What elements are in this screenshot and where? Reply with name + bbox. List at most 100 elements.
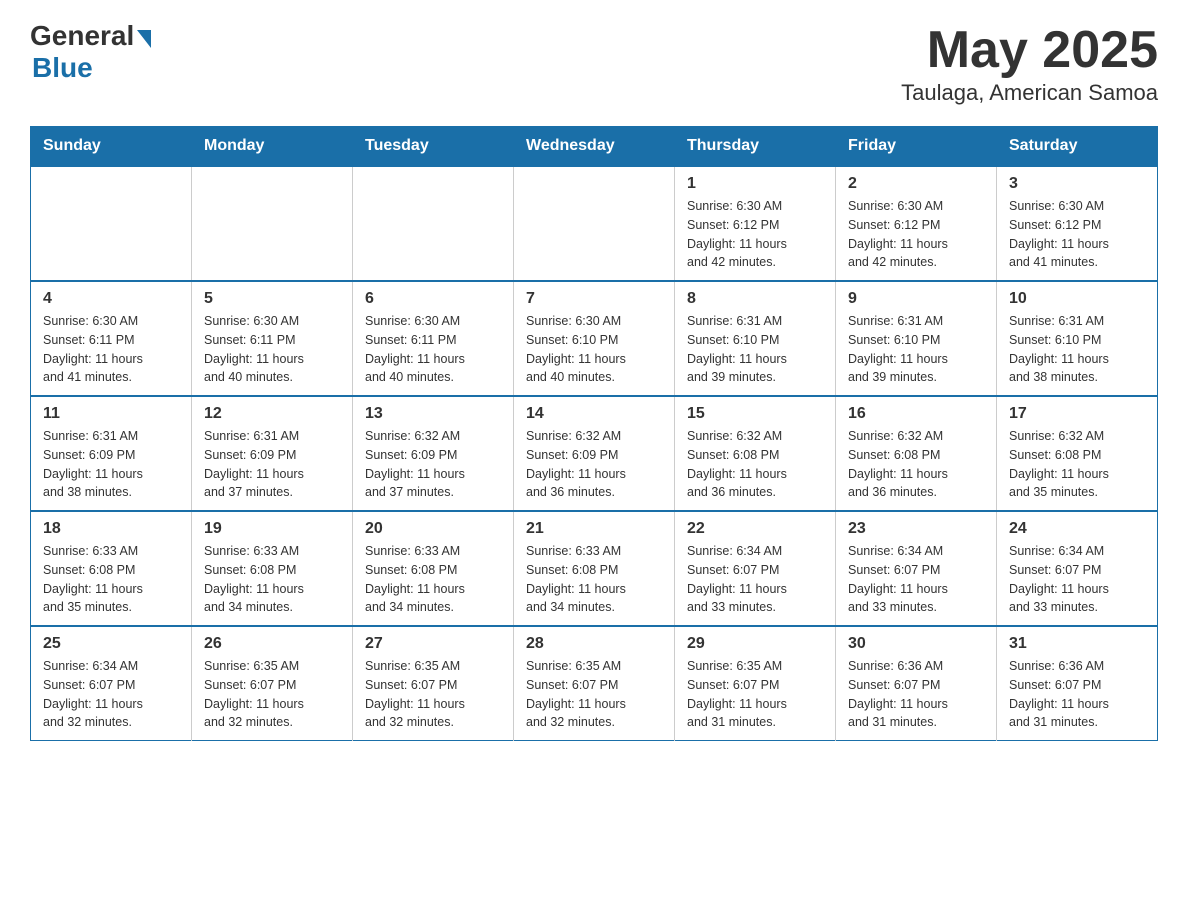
day-number: 6 xyxy=(365,290,501,308)
calendar-cell: 1Sunrise: 6:30 AM Sunset: 6:12 PM Daylig… xyxy=(675,166,836,281)
logo-blue-text: Blue xyxy=(32,52,93,84)
logo-general-text: General xyxy=(30,20,134,52)
day-number: 17 xyxy=(1009,405,1145,423)
day-info: Sunrise: 6:30 AM Sunset: 6:11 PM Dayligh… xyxy=(365,312,501,387)
calendar-cell: 9 Sunrise: 6:31 AM Sunset: 6:10 PM Daylig… xyxy=(836,281,997,396)
day-info: Sunrise: 6:30 AM Sunset: 6:12 PM Dayligh… xyxy=(687,197,823,272)
calendar-cell: 22 Sunrise: 6:34 AM Sunset: 6:07 PM Dayli… xyxy=(675,511,836,626)
day-number: 31 xyxy=(1009,635,1145,653)
day-number: 3 xyxy=(1009,175,1145,193)
day-number: 21 xyxy=(526,520,662,538)
day-info: Sunrise: 6:35 AM Sunset: 6:07 PM Dayligh… xyxy=(204,657,340,732)
day-info: Sunrise: 6:31 AM Sunset: 6:10 PM Dayligh… xyxy=(848,312,984,387)
day-info: Sunrise: 6:32 AM Sunset: 6:08 PM Dayligh… xyxy=(848,427,984,502)
location-subtitle: Taulaga, American Samoa xyxy=(901,80,1158,106)
day-number: 5 xyxy=(204,290,340,308)
day-number: 19 xyxy=(204,520,340,538)
day-number: 24 xyxy=(1009,520,1145,538)
logo: General Blue xyxy=(30,20,151,84)
calendar-cell: 30 Sunrise: 6:36 AM Sunset: 6:07 PM Dayli… xyxy=(836,626,997,741)
calendar-cell: 14 Sunrise: 6:32 AM Sunset: 6:09 PM Dayli… xyxy=(514,396,675,511)
day-number: 25 xyxy=(43,635,179,653)
calendar-cell: 19 Sunrise: 6:33 AM Sunset: 6:08 PM Dayli… xyxy=(192,511,353,626)
calendar-table: SundayMondayTuesdayWednesdayThursdayFrid… xyxy=(30,126,1158,741)
day-number: 20 xyxy=(365,520,501,538)
day-number: 13 xyxy=(365,405,501,423)
day-info: Sunrise: 6:30 AM Sunset: 6:10 PM Dayligh… xyxy=(526,312,662,387)
day-number: 4 xyxy=(43,290,179,308)
day-info: Sunrise: 6:33 AM Sunset: 6:08 PM Dayligh… xyxy=(204,542,340,617)
calendar-cell: 12 Sunrise: 6:31 AM Sunset: 6:09 PM Dayli… xyxy=(192,396,353,511)
logo-triangle-icon xyxy=(137,30,151,48)
calendar-week-row: 11 Sunrise: 6:31 AM Sunset: 6:09 PM Dayli… xyxy=(31,396,1158,511)
calendar-cell: 8 Sunrise: 6:31 AM Sunset: 6:10 PM Daylig… xyxy=(675,281,836,396)
calendar-header-saturday: Saturday xyxy=(997,127,1158,167)
day-info: Sunrise: 6:33 AM Sunset: 6:08 PM Dayligh… xyxy=(526,542,662,617)
day-number: 27 xyxy=(365,635,501,653)
day-number: 9 xyxy=(848,290,984,308)
day-info: Sunrise: 6:36 AM Sunset: 6:07 PM Dayligh… xyxy=(848,657,984,732)
calendar-cell xyxy=(31,166,192,281)
day-info: Sunrise: 6:31 AM Sunset: 6:10 PM Dayligh… xyxy=(1009,312,1145,387)
day-number: 16 xyxy=(848,405,984,423)
day-number: 2 xyxy=(848,175,984,193)
day-number: 30 xyxy=(848,635,984,653)
calendar-cell: 15 Sunrise: 6:32 AM Sunset: 6:08 PM Dayli… xyxy=(675,396,836,511)
day-info: Sunrise: 6:32 AM Sunset: 6:09 PM Dayligh… xyxy=(365,427,501,502)
day-number: 12 xyxy=(204,405,340,423)
day-info: Sunrise: 6:31 AM Sunset: 6:09 PM Dayligh… xyxy=(204,427,340,502)
month-title: May 2025 xyxy=(901,20,1158,80)
calendar-header-wednesday: Wednesday xyxy=(514,127,675,167)
day-number: 23 xyxy=(848,520,984,538)
calendar-cell: 29Sunrise: 6:35 AM Sunset: 6:07 PM Dayli… xyxy=(675,626,836,741)
day-info: Sunrise: 6:34 AM Sunset: 6:07 PM Dayligh… xyxy=(43,657,179,732)
calendar-cell xyxy=(353,166,514,281)
day-number: 7 xyxy=(526,290,662,308)
calendar-week-row: 4 Sunrise: 6:30 AM Sunset: 6:11 PM Daylig… xyxy=(31,281,1158,396)
day-info: Sunrise: 6:30 AM Sunset: 6:12 PM Dayligh… xyxy=(1009,197,1145,272)
calendar-header-sunday: Sunday xyxy=(31,127,192,167)
day-info: Sunrise: 6:32 AM Sunset: 6:08 PM Dayligh… xyxy=(1009,427,1145,502)
day-info: Sunrise: 6:33 AM Sunset: 6:08 PM Dayligh… xyxy=(43,542,179,617)
calendar-cell: 17 Sunrise: 6:32 AM Sunset: 6:08 PM Dayli… xyxy=(997,396,1158,511)
calendar-cell: 18 Sunrise: 6:33 AM Sunset: 6:08 PM Dayli… xyxy=(31,511,192,626)
calendar-cell: 4 Sunrise: 6:30 AM Sunset: 6:11 PM Daylig… xyxy=(31,281,192,396)
day-number: 15 xyxy=(687,405,823,423)
day-info: Sunrise: 6:35 AM Sunset: 6:07 PM Dayligh… xyxy=(526,657,662,732)
day-number: 8 xyxy=(687,290,823,308)
calendar-cell: 28Sunrise: 6:35 AM Sunset: 6:07 PM Dayli… xyxy=(514,626,675,741)
day-info: Sunrise: 6:30 AM Sunset: 6:12 PM Dayligh… xyxy=(848,197,984,272)
calendar-header-thursday: Thursday xyxy=(675,127,836,167)
calendar-cell: 25 Sunrise: 6:34 AM Sunset: 6:07 PM Dayli… xyxy=(31,626,192,741)
calendar-cell: 24 Sunrise: 6:34 AM Sunset: 6:07 PM Dayli… xyxy=(997,511,1158,626)
day-number: 22 xyxy=(687,520,823,538)
calendar-cell: 6 Sunrise: 6:30 AM Sunset: 6:11 PM Daylig… xyxy=(353,281,514,396)
day-info: Sunrise: 6:32 AM Sunset: 6:09 PM Dayligh… xyxy=(526,427,662,502)
day-number: 26 xyxy=(204,635,340,653)
calendar-cell xyxy=(192,166,353,281)
day-number: 14 xyxy=(526,405,662,423)
day-number: 11 xyxy=(43,405,179,423)
calendar-cell: 20 Sunrise: 6:33 AM Sunset: 6:08 PM Dayli… xyxy=(353,511,514,626)
calendar-cell: 31Sunrise: 6:36 AM Sunset: 6:07 PM Dayli… xyxy=(997,626,1158,741)
day-info: Sunrise: 6:30 AM Sunset: 6:11 PM Dayligh… xyxy=(43,312,179,387)
calendar-cell: 23Sunrise: 6:34 AM Sunset: 6:07 PM Dayli… xyxy=(836,511,997,626)
day-info: Sunrise: 6:32 AM Sunset: 6:08 PM Dayligh… xyxy=(687,427,823,502)
calendar-header-friday: Friday xyxy=(836,127,997,167)
calendar-cell: 7 Sunrise: 6:30 AM Sunset: 6:10 PM Daylig… xyxy=(514,281,675,396)
calendar-cell: 13 Sunrise: 6:32 AM Sunset: 6:09 PM Dayli… xyxy=(353,396,514,511)
calendar-cell: 11 Sunrise: 6:31 AM Sunset: 6:09 PM Dayli… xyxy=(31,396,192,511)
day-info: Sunrise: 6:31 AM Sunset: 6:09 PM Dayligh… xyxy=(43,427,179,502)
calendar-cell xyxy=(514,166,675,281)
day-number: 10 xyxy=(1009,290,1145,308)
calendar-week-row: 25 Sunrise: 6:34 AM Sunset: 6:07 PM Dayli… xyxy=(31,626,1158,741)
day-info: Sunrise: 6:31 AM Sunset: 6:10 PM Dayligh… xyxy=(687,312,823,387)
day-info: Sunrise: 6:35 AM Sunset: 6:07 PM Dayligh… xyxy=(687,657,823,732)
day-info: Sunrise: 6:34 AM Sunset: 6:07 PM Dayligh… xyxy=(1009,542,1145,617)
calendar-header-monday: Monday xyxy=(192,127,353,167)
day-number: 18 xyxy=(43,520,179,538)
day-info: Sunrise: 6:34 AM Sunset: 6:07 PM Dayligh… xyxy=(687,542,823,617)
day-info: Sunrise: 6:33 AM Sunset: 6:08 PM Dayligh… xyxy=(365,542,501,617)
calendar-cell: 16 Sunrise: 6:32 AM Sunset: 6:08 PM Dayli… xyxy=(836,396,997,511)
calendar-header-row: SundayMondayTuesdayWednesdayThursdayFrid… xyxy=(31,127,1158,167)
